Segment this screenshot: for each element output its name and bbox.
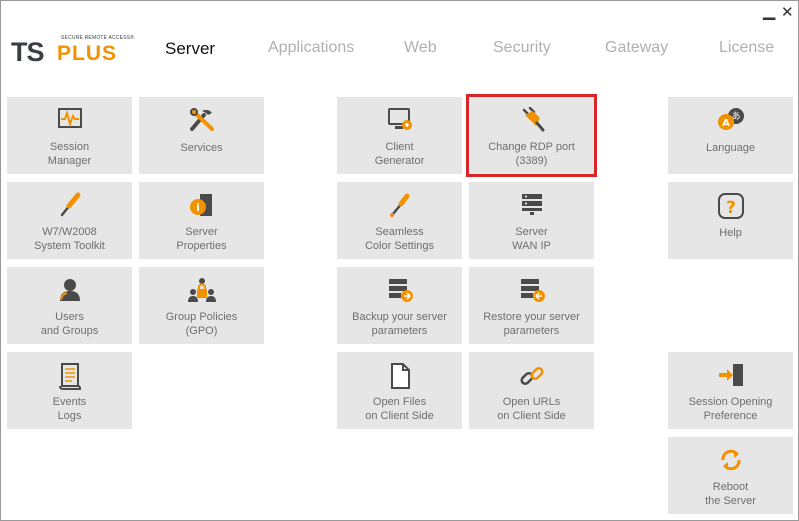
restore-params-label: Restore your server parameters — [483, 311, 580, 337]
session-manager-tile[interactable]: Session Manager — [7, 97, 132, 174]
group-policies-label: Group Policies (GPO) — [165, 311, 238, 337]
svg-text:?: ? — [726, 198, 736, 218]
language-tile[interactable]: あ A Language — [668, 97, 793, 174]
server-backup-icon — [388, 279, 413, 302]
open-files-tile[interactable]: Open Files on Client Side — [337, 352, 462, 429]
question-icon: ? — [717, 193, 744, 219]
svg-text:A: A — [722, 118, 730, 129]
help-tile[interactable]: ? Help — [668, 182, 793, 259]
server-restore-icon — [520, 279, 545, 302]
server-wan-ip-label: Server WAN IP — [512, 226, 551, 252]
svg-text:i: i — [196, 201, 200, 214]
close-icon[interactable]: ✕ — [781, 3, 794, 21]
seamless-color-label: Seamless Color Settings — [364, 226, 435, 252]
services-label: Services — [180, 142, 223, 154]
link-icon — [519, 366, 544, 386]
plug-icon — [522, 107, 544, 132]
server-properties-label: Server Properties — [176, 226, 227, 252]
tab-security[interactable]: Security — [493, 39, 551, 57]
logo-tagline: SECURE REMOTE ACCESS® — [61, 35, 135, 41]
eyedropper-icon — [389, 193, 409, 217]
tsplus-admin-window: ▁ ✕ SECURE REMOTE ACCESS® TS PLUS Server… — [0, 0, 799, 521]
events-logs-label: Events Logs — [52, 396, 87, 422]
change-rdp-port-tile[interactable]: Change RDP port (3389) — [466, 94, 597, 177]
monitor-graph-icon — [57, 108, 82, 128]
computer-icon — [387, 108, 412, 130]
user-icon — [59, 279, 80, 301]
reboot-tile[interactable]: Reboot the Server — [668, 437, 793, 514]
system-toolkit-label: W7/W2008 System Toolkit — [34, 226, 105, 252]
open-urls-tile[interactable]: Open URLs on Client Side — [469, 352, 594, 429]
server-properties-tile[interactable]: i Server Properties — [139, 182, 264, 259]
backup-params-label: Backup your server parameters — [352, 311, 447, 337]
help-label: Help — [719, 227, 742, 239]
door-arrow-icon — [718, 364, 743, 386]
reboot-label: Reboot the Server — [705, 481, 756, 507]
events-logs-tile[interactable]: Events Logs — [7, 352, 132, 429]
services-tile[interactable]: Services — [139, 97, 264, 174]
tsplus-logo: SECURE REMOTE ACCESS® TS PLUS — [11, 35, 136, 67]
session-manager-label: Session Manager — [47, 141, 92, 167]
users-groups-tile[interactable]: Users and Groups — [7, 267, 132, 344]
logo-plus: PLUS — [57, 42, 118, 65]
logo-ts: TS — [11, 37, 45, 67]
tab-applications[interactable]: Applications — [268, 39, 354, 57]
tab-gateway[interactable]: Gateway — [605, 39, 668, 57]
open-urls-label: Open URLs on Client Side — [497, 396, 566, 422]
screwdriver-icon — [60, 192, 80, 217]
client-generator-label: Client Generator — [374, 141, 425, 167]
scroll-icon — [58, 363, 81, 390]
tab-license[interactable]: License — [719, 39, 774, 57]
group-lock-icon — [187, 278, 216, 302]
tab-server[interactable]: Server — [165, 39, 215, 59]
minimize-icon[interactable]: ▁ — [763, 1, 775, 20]
file-icon — [390, 363, 410, 389]
system-toolkit-tile[interactable]: W7/W2008 System Toolkit — [7, 182, 132, 259]
restore-params-tile[interactable]: Restore your server parameters — [469, 267, 594, 344]
open-files-label: Open Files on Client Side — [365, 396, 434, 422]
backup-params-tile[interactable]: Backup your server parameters — [337, 267, 462, 344]
users-groups-label: Users and Groups — [40, 311, 99, 337]
change-rdp-port-label: Change RDP port (3389) — [488, 141, 575, 167]
client-generator-tile[interactable]: Client Generator — [337, 97, 462, 174]
server-rack-icon — [521, 194, 542, 215]
refresh-icon — [720, 449, 741, 471]
server-info-icon: i — [189, 194, 212, 216]
session-opening-tile[interactable]: Session Opening Preference — [668, 352, 793, 429]
tools-icon — [189, 108, 214, 131]
seamless-color-tile[interactable]: Seamless Color Settings — [337, 182, 462, 259]
tab-web[interactable]: Web — [404, 39, 437, 57]
server-wan-ip-tile[interactable]: Server WAN IP — [469, 182, 594, 259]
language-label: Language — [706, 142, 755, 154]
session-opening-label: Session Opening Preference — [688, 396, 773, 422]
group-policies-tile[interactable]: Group Policies (GPO) — [139, 267, 264, 344]
language-icon: あ A — [717, 108, 744, 130]
